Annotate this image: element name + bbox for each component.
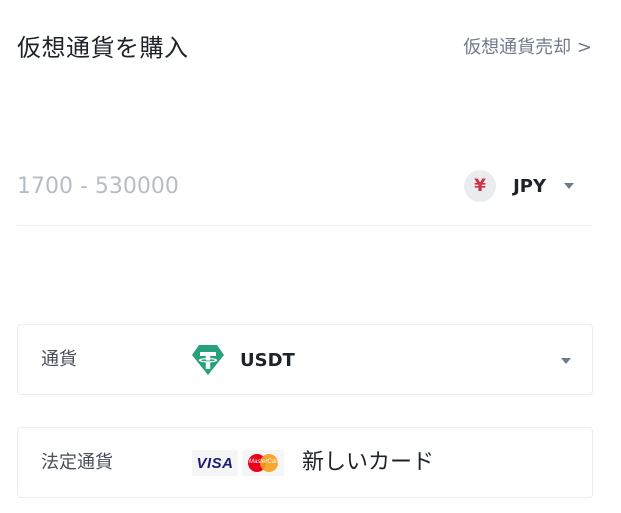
amount-input[interactable] bbox=[17, 168, 397, 204]
chevron-down-icon bbox=[564, 183, 574, 189]
page-title: 仮想通貨を購入 bbox=[17, 34, 189, 62]
new-card-text: 新しいカード bbox=[302, 450, 435, 475]
coin-code: USDT bbox=[240, 349, 295, 371]
currency-code: JPY bbox=[513, 175, 546, 197]
fiat-label: 法定通貨 bbox=[41, 452, 113, 473]
tether-icon bbox=[192, 345, 224, 375]
payment-method: VISA MasterCard 新しいカード bbox=[192, 448, 434, 478]
page-header: 仮想通貨を購入 仮想通貨売却 > bbox=[17, 30, 592, 70]
chevron-down-icon bbox=[561, 358, 571, 364]
yen-icon: ¥ bbox=[464, 170, 497, 202]
fiat-currency-select[interactable]: ¥ JPY bbox=[464, 170, 574, 202]
payment-method-select[interactable]: 法定通貨 VISA MasterCard 新しいカード bbox=[17, 427, 593, 498]
crypto-select[interactable]: 通貨 USDT bbox=[17, 324, 593, 395]
amount-row: ¥ JPY bbox=[17, 160, 592, 226]
sell-crypto-link[interactable]: 仮想通貨売却 > bbox=[463, 34, 592, 62]
mastercard-logo-icon: MasterCard bbox=[242, 450, 284, 476]
selected-coin: USDT bbox=[191, 343, 295, 377]
crypto-label: 通貨 bbox=[41, 349, 77, 370]
visa-logo-icon: VISA bbox=[192, 450, 238, 476]
